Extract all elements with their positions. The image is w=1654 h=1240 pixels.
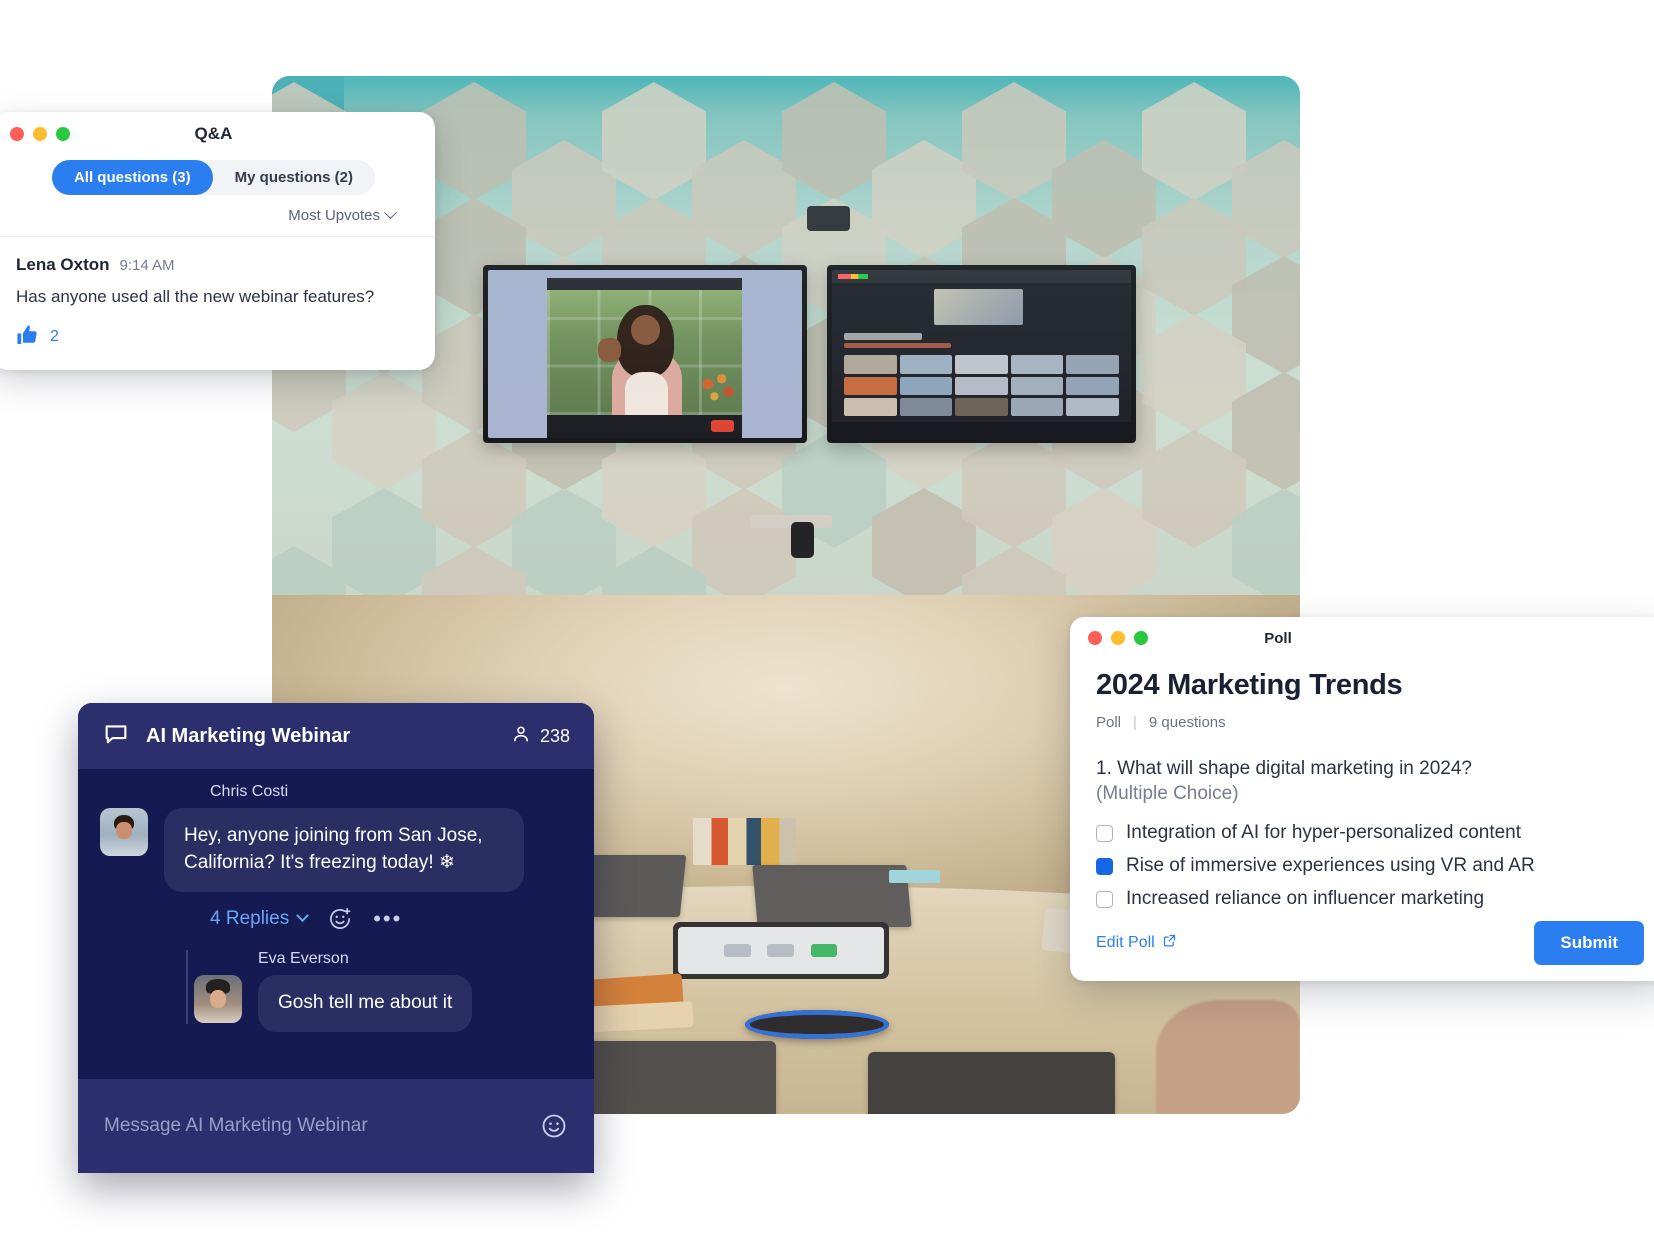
participants-count[interactable]: 238: [511, 724, 570, 749]
chat-header: AI Marketing Webinar 238: [78, 703, 594, 769]
wall-camera: [806, 205, 850, 231]
poll-option-2[interactable]: Rise of immersive experiences using VR a…: [1096, 855, 1644, 877]
poll-question-text: 1. What will shape digital marketing in …: [1096, 758, 1472, 779]
qa-upvote-button[interactable]: 2: [16, 323, 415, 352]
qa-question-item: Lena Oxton 9:14 AM Has anyone used all t…: [0, 237, 435, 352]
edit-poll-link[interactable]: Edit Poll: [1096, 933, 1177, 953]
message-actions: 4 Replies •••: [210, 906, 572, 932]
chat-messages: Chris Costi Hey, anyone joining from San…: [78, 769, 594, 1079]
poll-options: Integration of AI for hyper-personalized…: [1096, 822, 1644, 910]
qa-question-meta: Lena Oxton 9:14 AM: [16, 255, 415, 275]
add-reaction-icon[interactable]: [327, 906, 353, 932]
poll-meta-separator: |: [1133, 714, 1137, 731]
reply-bubble: Gosh tell me about it: [258, 974, 473, 1032]
checkbox-checked-icon[interactable]: [1096, 857, 1113, 875]
qa-upvote-count: 2: [50, 328, 59, 346]
poll-body: 2024 Marketing Trends Poll | 9 questions…: [1070, 659, 1654, 910]
screenshot-root: Q&A All questions (3) My questions (2) M…: [0, 0, 1654, 1240]
qa-titlebar: Q&A: [0, 112, 435, 156]
chat-panel: AI Marketing Webinar 238 Chris Costi Hey…: [78, 703, 594, 1173]
chat-message: Chris Costi Hey, anyone joining from San…: [100, 783, 572, 1032]
avatar[interactable]: [194, 974, 242, 1023]
checkbox-icon[interactable]: [1096, 824, 1113, 842]
edit-poll-label: Edit Poll: [1096, 934, 1155, 951]
reply-author: Eva Everson: [258, 949, 349, 967]
submit-button[interactable]: Submit: [1534, 921, 1644, 965]
poll-meta: Poll | 9 questions: [1096, 714, 1644, 731]
qa-timestamp: 9:14 AM: [119, 257, 175, 274]
wall-microphone: [791, 522, 814, 558]
external-link-icon: [1162, 933, 1177, 953]
thumbs-up-icon: [16, 323, 40, 352]
replies-label: 4 Replies: [210, 907, 290, 929]
poll-footer: Edit Poll Submit: [1070, 905, 1654, 981]
message-input-placeholder[interactable]: Message AI Marketing Webinar: [104, 1115, 540, 1137]
monitor-gallery: [827, 264, 1136, 444]
poll-window-title: Poll: [1264, 629, 1292, 647]
thread-rail: [186, 949, 188, 1024]
poll-option-label: Integration of AI for hyper-personalized…: [1126, 822, 1522, 844]
person-icon: [511, 724, 531, 749]
qa-panel: Q&A All questions (3) My questions (2) M…: [0, 112, 435, 370]
poll-heading: 2024 Marketing Trends: [1096, 669, 1403, 701]
qa-tabs: All questions (3) My questions (2): [51, 160, 376, 195]
chat-bubble-icon: [102, 720, 130, 753]
chat-composer[interactable]: Message AI Marketing Webinar: [78, 1079, 594, 1173]
tab-all-questions[interactable]: All questions (3): [51, 160, 213, 195]
qa-sort-label: Most Upvotes: [288, 207, 380, 224]
chevron-down-icon: [296, 909, 310, 923]
emoji-icon[interactable]: [540, 1112, 568, 1140]
chevron-down-icon: [384, 206, 397, 220]
participants-number: 238: [539, 725, 570, 746]
message-bubble: Hey, anyone joining from San Jose, Calif…: [164, 808, 524, 892]
chat-room-name: AI Marketing Webinar: [146, 724, 351, 747]
poll-panel: Poll 2024 Marketing Trends Poll | 9 ques…: [1070, 617, 1654, 981]
qa-sort-dropdown[interactable]: Most Upvotes: [0, 197, 435, 236]
replies-toggle[interactable]: 4 Replies: [210, 907, 310, 930]
tab-my-questions[interactable]: My questions (2): [213, 160, 375, 195]
monitor-presenter: [482, 264, 807, 444]
reply-thread: Eva Everson Gosh tell me about it: [100, 949, 572, 1032]
qa-author: Lena Oxton: [16, 255, 110, 274]
more-options-icon[interactable]: •••: [373, 908, 402, 930]
avatar[interactable]: [100, 808, 148, 856]
qa-tabs-row: All questions (3) My questions (2): [0, 156, 435, 197]
poll-question-type: (Multiple Choice): [1096, 782, 1239, 804]
poll-option-1[interactable]: Integration of AI for hyper-personalized…: [1096, 822, 1644, 844]
qa-window-title: Q&A: [194, 124, 233, 143]
poll-meta-type: Poll: [1096, 714, 1122, 731]
message-author: Chris Costi: [210, 783, 289, 800]
qa-question-text: Has anyone used all the new webinar feat…: [16, 287, 375, 306]
poll-titlebar: Poll: [1070, 617, 1654, 659]
poll-meta-count: 9 questions: [1148, 714, 1226, 731]
poll-option-label: Rise of immersive experiences using VR a…: [1126, 855, 1535, 877]
